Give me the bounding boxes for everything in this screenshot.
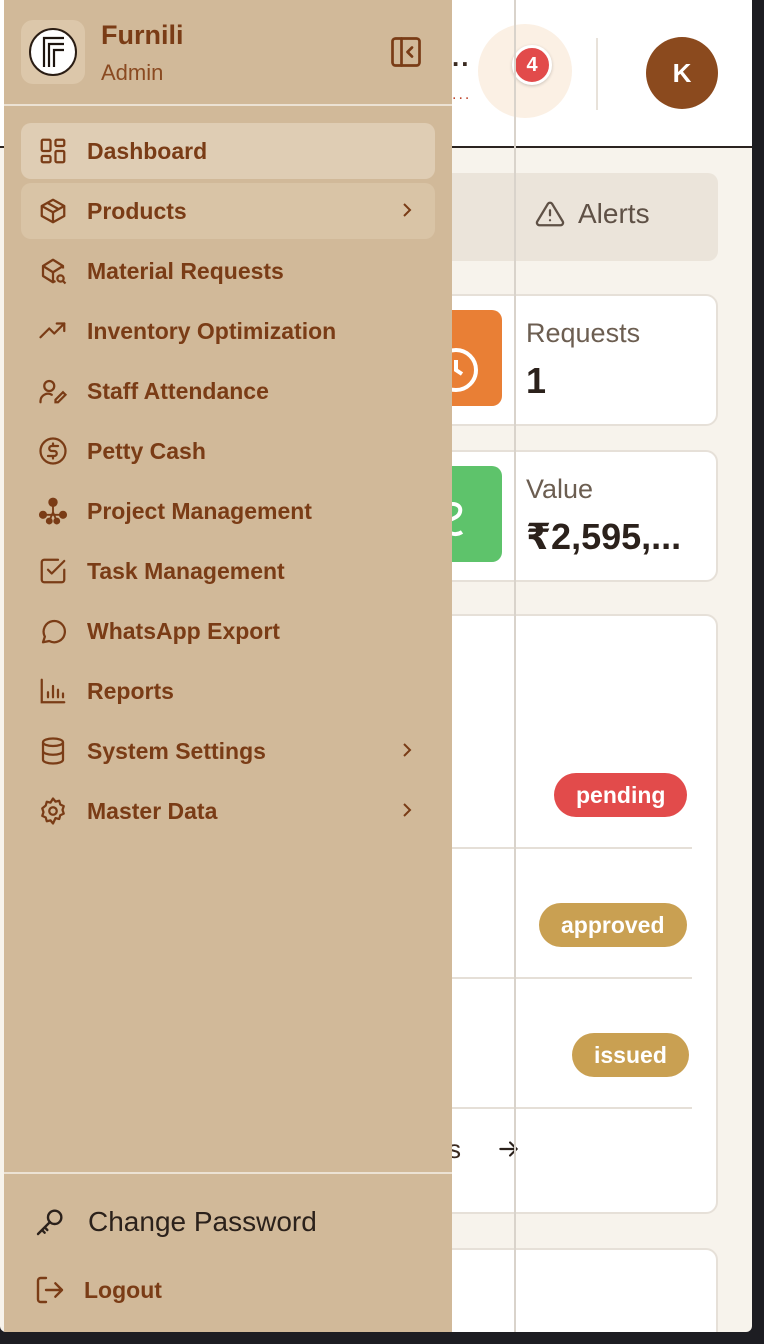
key-icon — [34, 1206, 66, 1238]
sidebar-item-label: Products — [87, 197, 187, 224]
sidebar-item-staff-attendance[interactable]: Staff Attendance — [21, 363, 435, 419]
user-pen-icon — [37, 375, 69, 407]
header-divider — [596, 38, 598, 110]
sidebar-divider — [4, 1172, 452, 1174]
stat-label: Requests — [526, 318, 641, 348]
status-badge: issued — [572, 1033, 689, 1077]
notification-count-badge: 4 — [512, 45, 552, 85]
stat-label: Value — [526, 474, 594, 504]
message-circle-icon — [37, 615, 69, 647]
arrow-right-icon — [496, 1136, 522, 1162]
bar-chart-icon — [37, 675, 69, 707]
tab-alerts-label: Alerts — [578, 198, 650, 229]
sidebar-item-label: Project Management — [87, 497, 312, 524]
brand-logo — [21, 20, 85, 84]
list-divider — [440, 847, 692, 849]
square-check-icon — [37, 555, 69, 587]
user-role: Admin — [101, 60, 164, 85]
sidebar-item-system-settings[interactable]: System Settings — [21, 723, 435, 779]
app-name: Furnili — [101, 20, 184, 50]
package-icon — [37, 195, 69, 227]
sidebar-item-master-data[interactable]: Master Data — [21, 783, 435, 839]
sidebar-item-dashboard[interactable]: Dashboard — [21, 123, 435, 179]
overlay-guide-line — [514, 0, 516, 1332]
sidebar-item-label: Reports — [87, 677, 174, 704]
stat-card-requests: Requests 1 — [440, 294, 718, 426]
sidebar-item-label: Material Requests — [87, 257, 284, 284]
list-divider — [440, 977, 692, 979]
sidebar-drawer: Furnili Admin Dashboard Products Materia… — [4, 0, 452, 1332]
dollar-circle-icon — [37, 435, 69, 467]
sidebar-item-material-requests[interactable]: Material Requests — [21, 243, 435, 299]
dashboard-icon — [37, 135, 69, 167]
sidebar-item-task-management[interactable]: Task Management — [21, 543, 435, 599]
chevron-right-icon — [399, 801, 415, 819]
app-window: .. ... 4 K Alerts Requests 1 Value ₹2,59… — [0, 0, 752, 1332]
sidebar-item-label: Master Data — [87, 797, 218, 824]
package-search-icon — [37, 255, 69, 287]
sidebar-item-reports[interactable]: Reports — [21, 663, 435, 719]
logout-label: Logout — [84, 1276, 162, 1303]
trending-up-icon — [37, 315, 69, 347]
stat-value: ₹2,595,... — [526, 516, 682, 557]
sidebar-nav: Dashboard Products Material Requests Inv… — [21, 123, 435, 843]
user-avatar[interactable]: K — [646, 37, 718, 109]
status-badge: pending — [554, 773, 688, 817]
sidebar-item-label: Dashboard — [87, 137, 208, 164]
sidebar-item-products[interactable]: Products — [21, 183, 435, 239]
sidebar-item-whatsapp-export[interactable]: WhatsApp Export — [21, 603, 435, 659]
page-title: .. — [452, 42, 471, 72]
network-icon — [37, 495, 69, 527]
list-divider — [440, 1107, 692, 1109]
status-badge: approved — [539, 903, 687, 947]
change-password-button[interactable]: Change Password — [34, 1206, 317, 1238]
database-icon — [37, 735, 69, 767]
sidebar-item-project-management[interactable]: Project Management — [21, 483, 435, 539]
sidebar-item-label: Petty Cash — [87, 437, 206, 464]
sidebar-divider — [4, 104, 452, 106]
sidebar-item-label: Task Management — [87, 557, 285, 584]
change-password-label: Change Password — [88, 1206, 317, 1237]
sidebar-item-label: Inventory Optimization — [87, 317, 337, 344]
chevron-right-icon — [399, 201, 415, 219]
logout-icon — [34, 1274, 66, 1306]
settings-icon — [37, 795, 69, 827]
stat-value: 1 — [526, 360, 547, 401]
tab-alerts[interactable]: Alerts — [534, 198, 650, 230]
secondary-card — [440, 1248, 718, 1332]
sidebar-item-label: Staff Attendance — [87, 377, 269, 404]
sidebar-item-inventory-optimization[interactable]: Inventory Optimization — [21, 303, 435, 359]
chevron-right-icon — [399, 741, 415, 759]
stat-card-value: Value ₹2,595,... — [440, 450, 718, 582]
logout-button[interactable]: Logout — [34, 1274, 162, 1306]
alert-triangle-icon — [534, 199, 566, 229]
sidebar-item-label: System Settings — [87, 737, 266, 764]
page-subtitle: ... — [452, 86, 472, 103]
sidebar-item-label: WhatsApp Export — [87, 617, 280, 644]
sidebar-item-petty-cash[interactable]: Petty Cash — [21, 423, 435, 479]
collapse-sidebar-icon[interactable] — [388, 34, 424, 70]
